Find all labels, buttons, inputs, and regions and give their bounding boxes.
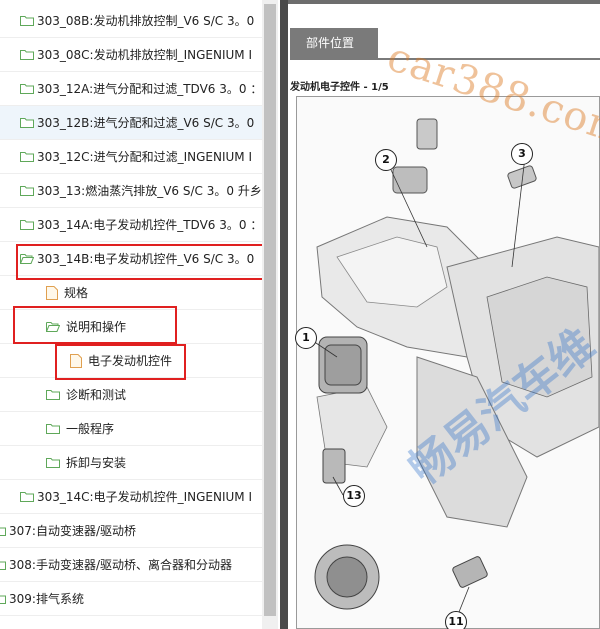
callout-2: 2: [375, 149, 397, 171]
tree-item-label: 诊断和测试: [66, 387, 127, 402]
folder-icon: [46, 423, 60, 434]
folder-icon: [20, 15, 34, 26]
folder-icon: [20, 83, 34, 94]
folder-icon: [0, 559, 6, 570]
folder-icon: [20, 219, 34, 230]
callout-13: 13: [343, 485, 365, 507]
folder-icon: [0, 593, 6, 604]
tree-item-label: 303_12C:进气分配和过滤_INGENIUM I: [37, 149, 252, 164]
tree-item[interactable]: 309:排气系统: [0, 582, 262, 616]
section-tab-component-location[interactable]: 部件位置: [290, 28, 378, 58]
folder-icon: [46, 389, 60, 400]
tree-item-selected[interactable]: 303_12B:进气分配和过滤_V6 S/C 3。0: [0, 106, 262, 140]
tree-item-label: 303_08C:发动机排放控制_INGENIUM I: [37, 47, 252, 62]
tree-item[interactable]: 303_12A:进气分配和过滤_TDV6 3。0 ：: [0, 72, 262, 106]
tree-item-label: 303_13:燃油蒸汽排放_V6 S/C 3。0 升乡: [37, 183, 262, 198]
tree-item[interactable]: 一般程序: [0, 412, 262, 446]
tree-item[interactable]: 303_13:燃油蒸汽排放_V6 S/C 3。0 升乡: [0, 174, 262, 208]
folder-icon: [20, 151, 34, 162]
tree-item[interactable]: 308:手动变速器/驱动桥、离合器和分动器: [0, 548, 262, 582]
tree-item-label: 303_08B:发动机排放控制_V6 S/C 3。0: [37, 13, 255, 28]
tree-scrollbar-thumb[interactable]: [264, 4, 276, 616]
tree-item-label: 303_12B:进气分配和过滤_V6 S/C 3。0: [37, 115, 255, 130]
tree-item-label: 303_14C:电子发动机控件_INGENIUM I: [37, 489, 252, 504]
tree-item[interactable]: 303_08C:发动机排放控制_INGENIUM I: [0, 38, 262, 72]
document-top-bar: [288, 0, 600, 4]
folder-icon: [0, 525, 6, 536]
tree-item[interactable]: 诊断和测试: [0, 378, 262, 412]
tree-item[interactable]: 拆卸与安装: [0, 446, 262, 480]
tree-item-label: 规格: [64, 285, 89, 300]
tree-item[interactable]: 303_08B:发动机排放控制_V6 S/C 3。0: [0, 4, 262, 38]
pane-divider[interactable]: [280, 0, 288, 629]
tree-item-label: 309:排气系统: [9, 591, 84, 606]
tree-item-label: 303_12A:进气分配和过滤_TDV6 3。0 ：: [37, 81, 262, 96]
folder-icon: [20, 49, 34, 60]
tree-item-label: 307:自动变速器/驱动桥: [9, 523, 136, 538]
annotation-highlight-box: [55, 344, 186, 380]
document-viewer: 部件位置 发动机电子控件 - 1/5 2 3 1 13 11 car388.co…: [288, 0, 600, 629]
tree-item[interactable]: 规格: [0, 276, 262, 310]
navigation-tree: 303_08B:发动机排放控制_V6 S/C 3。0 303_08C:发动机排放…: [0, 0, 262, 629]
document-icon: [46, 285, 58, 300]
folder-icon: [20, 117, 34, 128]
annotation-highlight-box: [16, 244, 262, 280]
folder-icon: [46, 457, 60, 468]
callout-11: 11: [445, 611, 467, 629]
annotation-highlight-box: [13, 306, 177, 344]
tree-item-label: 303_14A:电子发动机控件_TDV6 3。0 ：: [37, 217, 262, 232]
figure-title: 发动机电子控件 - 1/5: [290, 82, 389, 93]
tree-item-label: 拆卸与安装: [66, 455, 127, 470]
tree-item-label: 308:手动变速器/驱动桥、离合器和分动器: [9, 557, 232, 572]
callout-3: 3: [511, 143, 533, 165]
folder-icon: [20, 185, 34, 196]
tree-item-label: 一般程序: [66, 421, 115, 436]
tree-item[interactable]: 303_14A:电子发动机控件_TDV6 3。0 ：: [0, 208, 262, 242]
tree-item[interactable]: 303_14C:电子发动机控件_INGENIUM I: [0, 480, 262, 514]
tree-item[interactable]: 303_12C:进气分配和过滤_INGENIUM I: [0, 140, 262, 174]
callout-1: 1: [295, 327, 317, 349]
folder-icon: [20, 491, 34, 502]
tree-item[interactable]: 307:自动变速器/驱动桥: [0, 514, 262, 548]
